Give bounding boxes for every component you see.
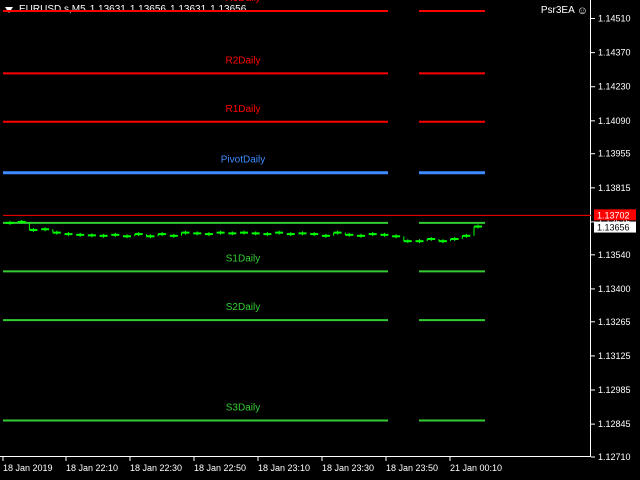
ask-price-tag-label: 1.13702 [597,210,630,220]
price-tick-label: 1.13675 [598,217,631,227]
close-price: 1.13656 [210,4,247,15]
dropdown-triangle-icon[interactable] [5,6,13,13]
time-tick-label: 18 Jan 22:10 [66,463,118,473]
price-tick-label: 1.13540 [598,250,631,260]
time-tick-label: 18 Jan 23:30 [322,463,374,473]
price-tick-label: 1.13400 [598,284,631,294]
time-tick-label: 18 Jan 2019 [3,463,53,473]
bid-price-tag [594,221,636,233]
time-tick-label: 18 Jan 23:10 [258,463,310,473]
price-tick-label: 1.12845 [598,419,631,429]
time-axis: 18 Jan 2019 18 Jan 22:10 18 Jan 22:30 18 Ja… [2,457,502,473]
price-tick-label: 1.12985 [598,385,631,395]
time-tick-label: 18 Jan 23:50 [386,463,438,473]
high-price: 1.13656 [129,4,166,15]
chart-window[interactable]: EURUSD.s,M5 1.13631 1.13656 1.13631 1.13… [0,0,640,480]
expert-advisor-label[interactable]: Psr3EA ☺ [541,5,588,16]
smiley-icon: ☺ [576,4,588,17]
price-tick-label: 1.13955 [598,149,631,159]
price-tick-label: 1.14510 [598,14,631,24]
time-tick-label: 21 Jan 00:10 [450,463,502,473]
low-price: 1.13631 [170,4,207,15]
price-axis: 1.14510 1.14370 1.14230 1.14090 1.13955 1.138… [591,14,631,462]
price-tick-label: 1.14090 [598,116,631,126]
symbol-header: EURUSD.s,M5 1.13631 1.13656 1.13631 1.13… [5,4,246,15]
price-tick-label: 1.12710 [598,452,631,462]
price-tick-label: 1.13125 [598,351,631,361]
price-tick-label: 1.14230 [598,82,631,92]
ea-name: Psr3EA [540,5,575,16]
price-tags: 1.13702 1.13656 [594,209,636,233]
ask-price-tag [594,209,636,221]
price-tick-label: 1.13815 [598,183,631,193]
time-tick-label: 18 Jan 22:50 [194,463,246,473]
open-price: 1.13631 [89,4,126,15]
bid-price-tag-label: 1.13656 [597,223,630,233]
price-tick-label: 1.13265 [598,317,631,327]
plot-area[interactable] [0,0,591,457]
symbol-timeframe: EURUSD.s,M5 [19,4,86,15]
price-tick-label: 1.14370 [598,48,631,58]
time-tick-label: 18 Jan 22:30 [130,463,182,473]
